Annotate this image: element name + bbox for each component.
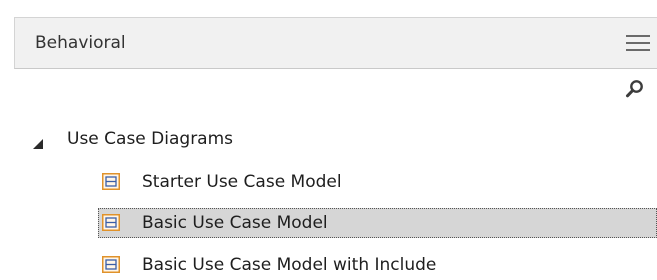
tree-item-label: Basic Use Case Model	[142, 213, 328, 233]
tree-folder-use-case-diagrams[interactable]: Use Case Diagrams	[28, 124, 657, 154]
project-tree: Use Case Diagrams Starter Use Case Model	[0, 0, 657, 279]
use-case-diagram-icon	[102, 214, 120, 231]
tree-item-starter-use-case-model[interactable]: Starter Use Case Model	[98, 167, 657, 197]
tree-folder-label: Use Case Diagrams	[67, 129, 234, 149]
expanded-triangle-icon[interactable]	[32, 135, 44, 149]
tree-item-basic-use-case-model[interactable]: Basic Use Case Model	[98, 208, 657, 238]
use-case-diagram-icon	[102, 256, 120, 273]
tree-item-label: Starter Use Case Model	[142, 172, 342, 192]
browser-panel: Behavioral Use Case Diagrams Starter Use…	[0, 0, 657, 279]
tree-item-basic-use-case-model-with-include[interactable]: Basic Use Case Model with Include	[98, 250, 657, 280]
use-case-diagram-icon	[102, 173, 120, 190]
tree-item-label: Basic Use Case Model with Include	[142, 255, 437, 275]
